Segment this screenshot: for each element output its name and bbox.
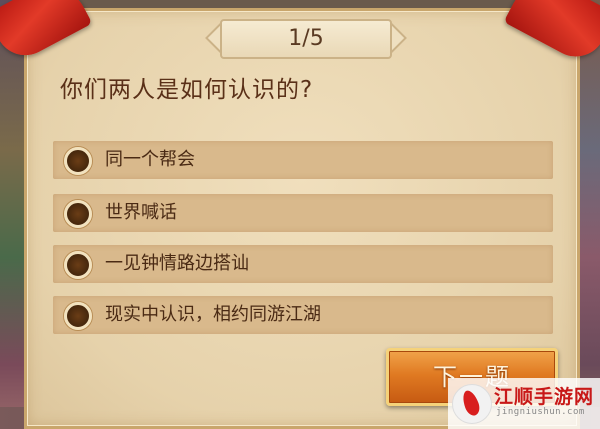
watermark-subtitle: jingniushun.com	[496, 407, 585, 417]
answer-option-3[interactable]: 一见钟情路边搭讪	[53, 245, 553, 283]
flame-icon	[459, 388, 483, 418]
radio-button-icon[interactable]	[64, 302, 92, 330]
answer-option-1[interactable]: 同一个帮会	[53, 141, 553, 179]
watermark-title: 江顺手游网	[494, 386, 595, 408]
watermark: 江顺手游网 jingniushun.com	[448, 378, 600, 429]
watermark-logo-icon	[452, 384, 492, 424]
radio-button-icon[interactable]	[64, 251, 92, 279]
answer-option-label: 一见钟情路边搭讪	[105, 253, 249, 274]
counter-text: 1/5	[288, 26, 324, 51]
radio-button-icon[interactable]	[64, 147, 92, 175]
answer-option-label: 世界喊话	[105, 202, 177, 223]
answer-option-4[interactable]: 现实中认识，相约同游江湖	[53, 296, 553, 334]
answer-option-label: 现实中认识，相约同游江湖	[105, 304, 321, 325]
question-text: 你们两人是如何认识的?	[60, 77, 314, 103]
question-counter: 1/5	[204, 17, 408, 61]
answer-option-2[interactable]: 世界喊话	[53, 194, 553, 232]
radio-button-icon[interactable]	[64, 200, 92, 228]
answer-option-label: 同一个帮会	[105, 149, 195, 170]
